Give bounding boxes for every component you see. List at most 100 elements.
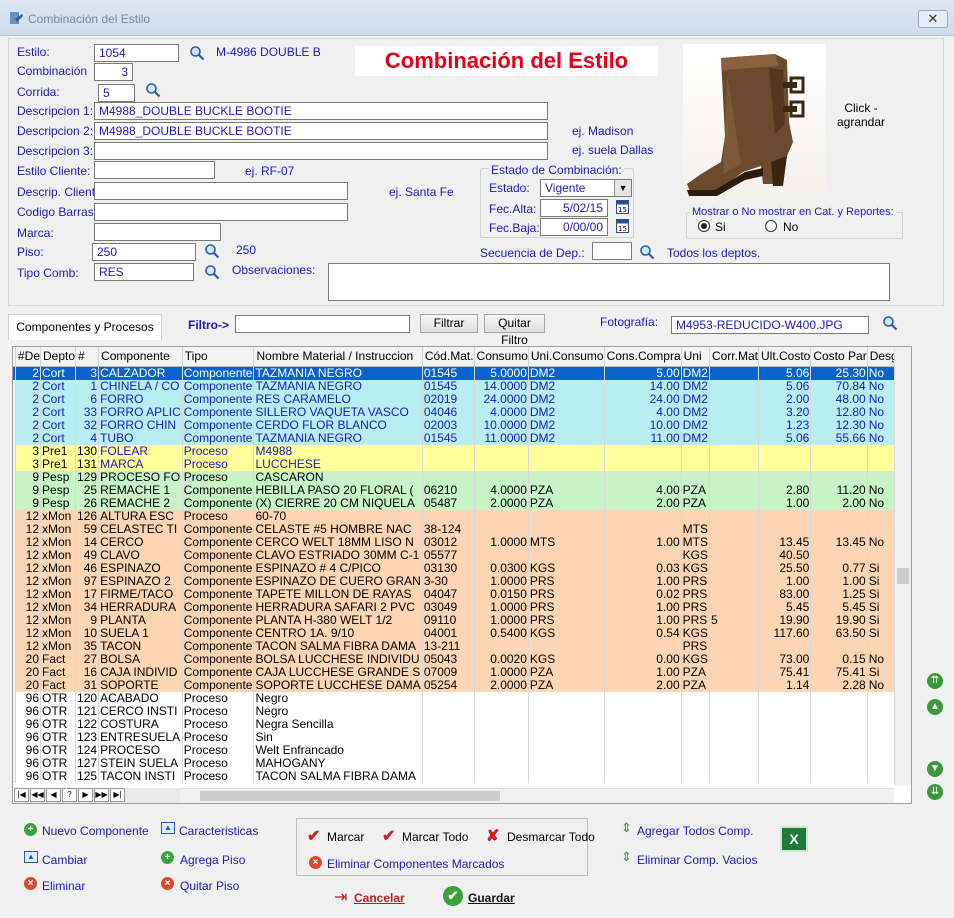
table-cell[interactable]: 5.06 — [758, 366, 812, 380]
table-cell[interactable]: 03012 — [422, 535, 475, 549]
table-cell[interactable] — [709, 574, 759, 588]
table-cell[interactable]: 4 — [75, 431, 100, 445]
descripcion2-input[interactable]: M4988_DOUBLE BUCKLE BOOTIE — [94, 122, 548, 140]
table-cell[interactable]: PRS — [681, 574, 710, 588]
table-cell[interactable] — [758, 743, 812, 757]
table-row[interactable]: 96 OTR 120 ACABADO Proceso Negro — [13, 691, 911, 705]
table-cell[interactable]: MAHOGANY — [253, 756, 423, 770]
table-cell[interactable] — [681, 704, 710, 718]
table-cell[interactable] — [422, 691, 475, 705]
table-cell[interactable]: 5.45 — [758, 600, 812, 614]
table-cell[interactable] — [422, 509, 475, 523]
table-row[interactable]: 20 Fact 16 CAJA INDIVID Componente CAJA LUCCH… — [13, 665, 911, 679]
table-row[interactable]: 2 Cort 6 FORRO Componente RES CARAMELO 02019 24… — [13, 392, 911, 406]
table-cell[interactable]: Negro — [253, 691, 423, 705]
table-cell[interactable]: PZA — [528, 496, 605, 510]
table-cell[interactable]: TUBO — [98, 431, 183, 445]
estilo-input[interactable]: 1054 — [94, 44, 179, 62]
table-cell[interactable]: 121 — [75, 704, 100, 718]
table-cell[interactable]: KGS — [528, 652, 605, 666]
table-cell[interactable]: TACON SALMA FIBRA DAMA — [253, 769, 423, 783]
table-cell[interactable] — [474, 470, 529, 484]
table-cell[interactable]: 75.41 — [810, 665, 868, 679]
table-cell[interactable]: SUELA 1 — [98, 626, 183, 640]
query-button[interactable]: ? — [62, 788, 77, 802]
column-header[interactable]: Corr.Mat — [709, 347, 759, 367]
table-cell[interactable]: 0.15 — [810, 652, 868, 666]
table-cell[interactable]: 03130 — [422, 561, 475, 575]
table-cell[interactable]: PRS — [681, 600, 710, 614]
table-row[interactable]: 12 xMon 49 CLAVO Componente CLAVO ESTRIADO 30… — [13, 548, 911, 562]
table-cell[interactable]: STEIN SUELA — [98, 756, 183, 770]
table-cell[interactable]: KGS — [528, 561, 605, 575]
table-cell[interactable]: xMon — [40, 535, 77, 549]
table-cell[interactable]: 55.66 — [810, 431, 868, 445]
table-cell[interactable]: BOLSA LUCCHESE INDIVIDU — [253, 652, 423, 666]
table-cell[interactable]: 13.45 — [758, 535, 812, 549]
table-cell[interactable]: Componente — [182, 626, 255, 640]
table-cell[interactable]: xMon — [40, 613, 77, 627]
table-cell[interactable] — [474, 769, 529, 783]
table-cell[interactable] — [604, 743, 682, 757]
table-cell[interactable]: 24.0000 — [474, 392, 529, 406]
column-header[interactable]: Depto — [40, 347, 77, 367]
table-row[interactable]: 20 Fact 27 BOLSA Componente BOLSA LUCCHESE IN… — [13, 652, 911, 666]
table-row[interactable]: 20 Fact 31 SOPORTE Componente SOPORTE LUCCHES… — [13, 678, 911, 692]
table-cell[interactable] — [810, 457, 868, 471]
table-cell[interactable]: PZA — [528, 483, 605, 497]
table-cell[interactable]: 01545 — [422, 379, 475, 393]
table-cell[interactable]: Componente — [182, 496, 255, 510]
table-cell[interactable]: CALZADOR — [98, 366, 183, 380]
table-cell[interactable]: 120 — [75, 691, 100, 705]
table-cell[interactable]: Pre1 — [40, 457, 77, 471]
excel-icon[interactable]: X — [780, 826, 808, 852]
table-cell[interactable]: Fact — [40, 665, 77, 679]
table-cell[interactable]: PRS — [528, 600, 605, 614]
table-cell[interactable] — [604, 522, 682, 536]
table-cell[interactable]: 3.20 — [758, 405, 812, 419]
table-cell[interactable]: Proceso — [182, 470, 255, 484]
table-cell[interactable]: Componente — [182, 678, 255, 692]
table-cell[interactable] — [709, 496, 759, 510]
table-cell[interactable]: Pesp — [40, 470, 77, 484]
move-down-icon[interactable]: ▼ — [927, 761, 943, 777]
table-cell[interactable] — [528, 691, 605, 705]
table-cell[interactable]: FORRO — [98, 392, 183, 406]
table-cell[interactable] — [709, 366, 759, 380]
table-cell[interactable]: Componente — [182, 366, 255, 380]
table-row[interactable]: 9 Pesp 25 REMACHE 1 Componente HEBILLA PASO 2… — [13, 483, 911, 497]
table-cell[interactable]: PRS — [681, 587, 710, 601]
descrip-cliente-input[interactable] — [94, 182, 348, 200]
table-cell[interactable] — [709, 756, 759, 770]
table-row[interactable]: 3 Pre1 131 MARCA Proceso LUCCHESE — [13, 457, 911, 471]
table-cell[interactable] — [709, 704, 759, 718]
table-cell[interactable]: CELASTE #5 HOMBRE NAC — [253, 522, 423, 536]
table-cell[interactable]: 20 — [15, 678, 42, 692]
table-cell[interactable] — [422, 717, 475, 731]
table-cell[interactable] — [810, 639, 868, 653]
column-header[interactable]: Cons.Compra — [604, 347, 682, 367]
observaciones-textarea[interactable] — [328, 263, 890, 301]
table-cell[interactable] — [709, 457, 759, 471]
table-cell[interactable]: CASCARON — [253, 470, 423, 484]
table-cell[interactable]: CLAVO ESTRIADO 30MM C-1 — [253, 548, 423, 562]
table-row[interactable]: 2 Cort 4 TUBO Componente TAZMANIA NEGRO 01545 1… — [13, 431, 911, 445]
table-cell[interactable]: 11.20 — [810, 483, 868, 497]
table-cell[interactable] — [810, 691, 868, 705]
table-cell[interactable]: 70.84 — [810, 379, 868, 393]
table-cell[interactable]: PZA — [681, 678, 710, 692]
table-cell[interactable]: xMon — [40, 626, 77, 640]
table-cell[interactable]: xMon — [40, 548, 77, 562]
table-cell[interactable]: 130 — [75, 444, 100, 458]
move-bottom-icon[interactable]: ⇊ — [927, 784, 943, 800]
table-cell[interactable]: FORRO CHIN — [98, 418, 183, 432]
table-cell[interactable] — [528, 639, 605, 653]
table-cell[interactable]: Proceso — [182, 509, 255, 523]
calendar-icon[interactable]: 15 — [616, 199, 629, 214]
cambiar-button[interactable]: Cambiar — [42, 853, 87, 867]
table-cell[interactable]: 1.23 — [758, 418, 812, 432]
table-cell[interactable]: 12 — [15, 639, 42, 653]
table-row[interactable]: 96 OTR 122 COSTURA Proceso Negra Sencilla — [13, 717, 911, 731]
table-cell[interactable]: 12 — [15, 574, 42, 588]
table-cell[interactable]: 13.45 — [810, 535, 868, 549]
